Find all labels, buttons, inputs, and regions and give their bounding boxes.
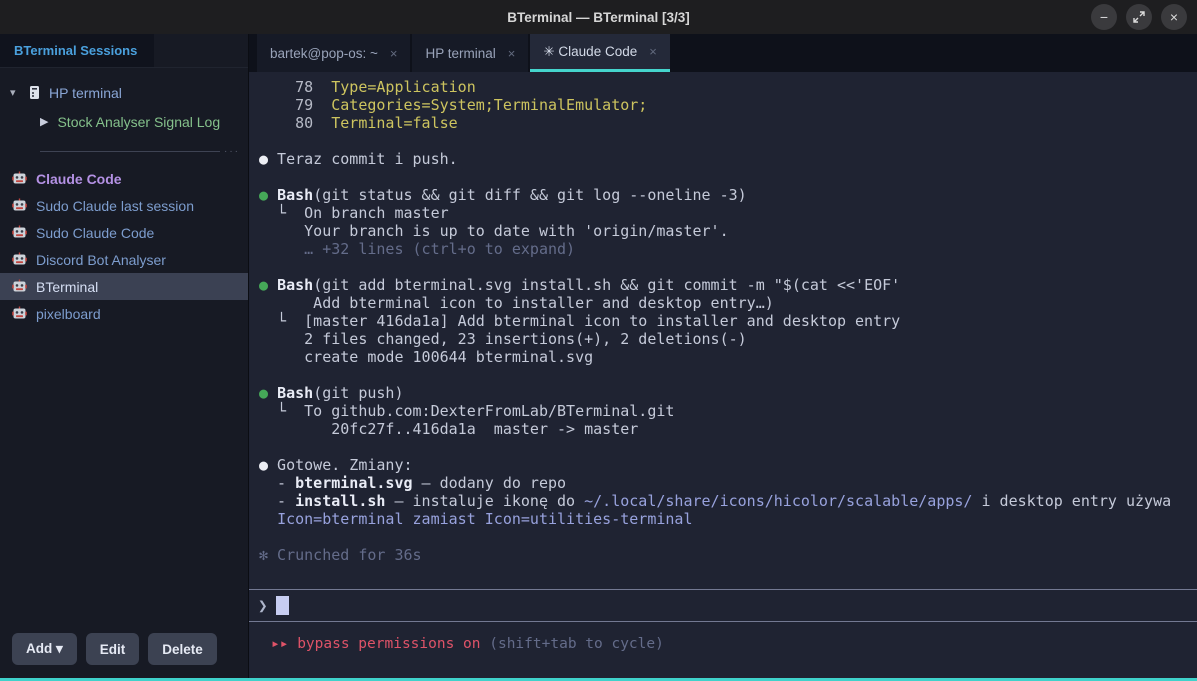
- sidebar-divider: ···: [40, 146, 240, 157]
- terminal-line: └ On branch master: [259, 204, 1197, 222]
- session-list: Claude Code Sudo Claude last session Sud…: [0, 165, 248, 623]
- tab-label: HP terminal: [425, 46, 495, 61]
- terminal-line: [259, 132, 1197, 150]
- session-item-discord-bot-analyser[interactable]: Discord Bot Analyser: [0, 246, 248, 273]
- session-label: Sudo Claude Code: [36, 225, 154, 241]
- terminal-line: Icon=bterminal zamiast Icon=utilities-te…: [259, 510, 1197, 528]
- session-label: BTerminal: [36, 279, 98, 295]
- terminal-line: ● Bash(git add bterminal.svg install.sh …: [259, 276, 1197, 294]
- session-label: Claude Code: [36, 171, 122, 187]
- prompt-input[interactable]: ❯: [249, 589, 1197, 622]
- computer-icon: [29, 85, 40, 100]
- caret-down-icon[interactable]: ▾: [10, 86, 20, 99]
- titlebar: BTerminal — BTerminal [3/3] − ×: [0, 0, 1197, 34]
- session-item-sudo-claude-last-session[interactable]: Sudo Claude last session: [0, 192, 248, 219]
- delete-session-button[interactable]: Delete: [148, 633, 217, 665]
- terminal-line: ● Teraz commit i push.: [259, 150, 1197, 168]
- terminal-line: … +32 lines (ctrl+o to expand): [259, 240, 1197, 258]
- session-item-sudo-claude-code[interactable]: Sudo Claude Code: [0, 219, 248, 246]
- tab-close-icon[interactable]: ×: [508, 46, 516, 61]
- robot-icon: [12, 279, 27, 294]
- divider-drag-handle[interactable]: ···: [224, 146, 240, 157]
- window-controls: − ×: [1091, 4, 1187, 30]
- session-label: Sudo Claude last session: [36, 198, 194, 214]
- session-item-claude-code[interactable]: Claude Code: [0, 165, 248, 192]
- session-item-bterminal[interactable]: BTerminal: [0, 273, 248, 300]
- terminal-line: └ [master 416da1a] Add bterminal icon to…: [259, 312, 1197, 330]
- sessions-sidebar: BTerminal Sessions ▾ HP terminal: [0, 34, 249, 678]
- session-label: pixelboard: [36, 306, 101, 322]
- tree-item-label: Stock Analyser Signal Log: [57, 114, 220, 130]
- sidebar-actions: Add ▾ Edit Delete: [0, 623, 248, 678]
- tab-bartek-pop-os[interactable]: bartek@pop-os: ~ ×: [257, 34, 410, 72]
- divider-line: [40, 151, 220, 152]
- sessions-panel-title: BTerminal Sessions: [0, 34, 154, 67]
- maximize-button[interactable]: [1126, 4, 1152, 30]
- play-triangle-icon: ▶: [40, 115, 48, 128]
- robot-icon: [12, 306, 27, 321]
- terminal-line: 80 Terminal=false: [259, 114, 1197, 132]
- robot-icon: [12, 171, 27, 186]
- terminal-line: 2 files changed, 23 insertions(+), 2 del…: [259, 330, 1197, 348]
- window-title: BTerminal — BTerminal [3/3]: [507, 10, 690, 25]
- terminal-line: └ To github.com:DexterFromLab/BTerminal.…: [259, 402, 1197, 420]
- terminal-line: 20fc27f..416da1a master -> master: [259, 420, 1197, 438]
- terminal-line: ✻ Crunched for 36s: [259, 546, 1197, 564]
- tab-label: ✳ Claude Code: [543, 44, 637, 60]
- text-cursor: [276, 596, 289, 615]
- tree-item-hp-terminal[interactable]: ▾ HP terminal: [0, 78, 248, 107]
- tab-close-icon[interactable]: ×: [649, 44, 657, 59]
- tree-item-stock-analyser-signal-log[interactable]: ▶ Stock Analyser Signal Log: [0, 107, 248, 136]
- session-label: Discord Bot Analyser: [36, 252, 166, 268]
- terminal-pane: 78 Type=Application 79 Categories=System…: [249, 72, 1197, 678]
- status-bar: ▸▸ bypass permissions on (shift+tab to c…: [249, 622, 1197, 678]
- sidebar-header-row: BTerminal Sessions: [0, 34, 248, 68]
- terminal-line: create mode 100644 bterminal.svg: [259, 348, 1197, 366]
- mode-cycle-hint: (shift+tab to cycle): [481, 636, 664, 652]
- close-button[interactable]: ×: [1161, 4, 1187, 30]
- prompt-chevron-icon: ❯: [258, 596, 268, 615]
- terminal-line: [259, 366, 1197, 384]
- terminal-line: ● Bash(git status && git diff && git log…: [259, 186, 1197, 204]
- terminal-line: - install.sh — instaluje ikonę do ~/.loc…: [259, 492, 1197, 510]
- terminal-line: 78 Type=Application: [259, 78, 1197, 96]
- minimize-button[interactable]: −: [1091, 4, 1117, 30]
- terminal-line: [259, 168, 1197, 186]
- terminal-line: 79 Categories=System;TerminalEmulator;: [259, 96, 1197, 114]
- robot-icon: [12, 225, 27, 240]
- terminal-output: 78 Type=Application 79 Categories=System…: [249, 72, 1197, 589]
- edit-session-button[interactable]: Edit: [86, 633, 140, 665]
- tab-claude-code[interactable]: ✳ Claude Code ×: [530, 34, 669, 72]
- bterminal-window: BTerminal — BTerminal [3/3] − × BTermina…: [0, 0, 1197, 681]
- add-session-button[interactable]: Add ▾: [12, 633, 77, 665]
- terminal-line: [259, 528, 1197, 546]
- session-item-pixelboard[interactable]: pixelboard: [0, 300, 248, 327]
- app-body: BTerminal Sessions ▾ HP terminal: [0, 34, 1197, 678]
- terminal-line: ● Bash(git push): [259, 384, 1197, 402]
- robot-icon: [12, 198, 27, 213]
- terminal-line: Your branch is up to date with 'origin/m…: [259, 222, 1197, 240]
- permissions-mode-label: ▸▸ bypass permissions on: [271, 636, 481, 652]
- tab-bar: bartek@pop-os: ~×HP terminal×✳ Claude Co…: [249, 34, 1197, 72]
- robot-icon: [12, 252, 27, 267]
- tab-hp-terminal[interactable]: HP terminal ×: [412, 34, 528, 72]
- terminal-line: - bterminal.svg — dodany do repo: [259, 474, 1197, 492]
- main-area: bartek@pop-os: ~×HP terminal×✳ Claude Co…: [249, 34, 1197, 678]
- tab-close-icon[interactable]: ×: [390, 46, 398, 61]
- tab-label: bartek@pop-os: ~: [270, 46, 378, 61]
- terminal-line: ● Gotowe. Zmiany:: [259, 456, 1197, 474]
- resize-arrows-icon: [1133, 11, 1145, 23]
- terminal-line: Add bterminal icon to installer and desk…: [259, 294, 1197, 312]
- tree-item-label: HP terminal: [49, 85, 122, 101]
- terminal-line: [259, 438, 1197, 456]
- session-tree: ▾ HP terminal ▶ Stock Analyser Signal Lo…: [0, 68, 248, 136]
- terminal-line: [259, 258, 1197, 276]
